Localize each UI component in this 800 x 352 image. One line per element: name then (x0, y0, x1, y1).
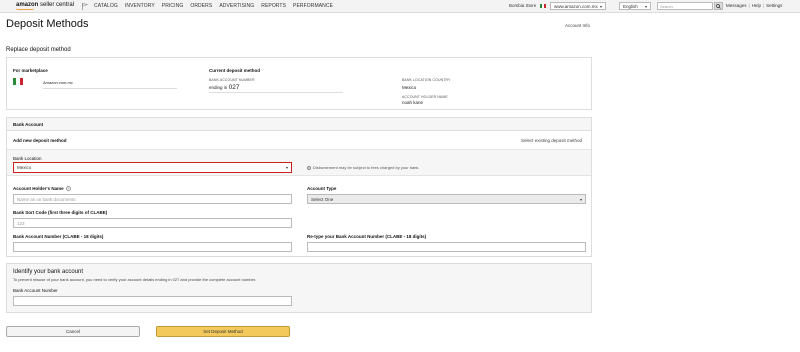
add-new-method-label: Add new deposit method (13, 138, 67, 143)
language-value: English (623, 3, 638, 9)
panel-header: Bank Account (7, 118, 591, 131)
identify-account-number-input[interactable] (13, 296, 292, 306)
account-type-select[interactable]: Select One ▾ (307, 194, 586, 204)
bank-location-strip: Bank Location Mexico ▾ i Disbursement ma… (7, 149, 591, 176)
marketplace-value: www.amazon.com.mx (554, 3, 598, 9)
holder-name-input[interactable]: Name as on bank documents (13, 194, 292, 204)
divider (43, 88, 177, 89)
identify-account-number-label: Bank Account Number (13, 288, 58, 293)
nav-catalog[interactable]: CATALOG (94, 3, 118, 9)
account-type-value: Select One (311, 196, 334, 202)
flag-icon[interactable] (82, 2, 89, 10)
bank-account-number-label: BANK ACCOUNT NUMBER (209, 78, 255, 82)
top-nav-bar: amazon seller central CATALOG INVENTORY … (0, 0, 800, 13)
bank-account-number-value: ending in 027 (209, 84, 240, 91)
set-deposit-method-button[interactable]: Set Deposit Method (156, 326, 290, 337)
bank-location-value: Mexico (17, 165, 32, 170)
current-method-panel: For marketplace Amazon.com.mx Current de… (6, 57, 592, 110)
bank-location-select[interactable]: Mexico ▾ (13, 162, 292, 173)
sort-code-input[interactable]: 123 (13, 218, 292, 228)
marketplace-domain: Amazon.com.mx (43, 80, 73, 85)
nav-reports[interactable]: REPORTS (261, 3, 286, 9)
chevron-down-icon: ▾ (599, 3, 602, 9)
store-switcher[interactable]: Bombia Store (509, 3, 547, 8)
settings-link[interactable]: Settings (766, 3, 782, 8)
holder-name-label-row: Account Holder's Name ? (13, 186, 71, 191)
help-link[interactable]: Help (752, 3, 761, 8)
nav-performance[interactable]: PERFORMANCE (293, 3, 333, 9)
divider (209, 92, 343, 93)
bank-location-country-label: BANK LOCATION COUNTRY (402, 78, 451, 82)
identify-heading: Identify your bank account (13, 269, 84, 275)
search-input[interactable]: Search (657, 2, 713, 10)
top-links: Messages | Help | Settings (726, 3, 782, 8)
account-info-link[interactable]: Account Info (565, 23, 590, 28)
help-icon[interactable]: ? (65, 186, 71, 191)
ending-in-text: ending in (209, 85, 228, 90)
divider: | (748, 3, 750, 8)
disbursement-note-text: Disbursement may be subject to fees char… (313, 165, 420, 170)
retype-account-number-input[interactable] (307, 242, 586, 252)
chevron-down-icon: ▾ (579, 196, 582, 202)
holder-name-label: Account Holder's Name (13, 186, 64, 191)
main-nav: CATALOG INVENTORY PRICING ORDERS ADVERTI… (94, 3, 333, 9)
account-type-label: Account Type (307, 186, 337, 191)
messages-link[interactable]: Messages (726, 3, 747, 8)
chevron-down-icon: ▾ (644, 3, 647, 9)
account-number-input[interactable] (13, 242, 292, 252)
mexico-flag-icon (13, 78, 23, 85)
identify-panel: Identify your bank account To prevent mi… (6, 263, 592, 313)
retype-account-number-label: Re-type your Bank Account Number (CLABE … (307, 234, 427, 239)
search-icon (716, 3, 721, 9)
account-last-digits: 027 (228, 84, 240, 91)
chevron-down-icon: ▾ (285, 165, 288, 170)
nav-pricing[interactable]: PRICING (162, 3, 184, 9)
select-existing-link[interactable]: Select existing deposit method (521, 138, 582, 143)
nav-orders[interactable]: ORDERS (190, 3, 212, 9)
account-number-label: Bank Account Number (CLABE - 18 digits) (13, 234, 104, 239)
bank-account-heading: Bank Account (13, 122, 44, 127)
identify-note: To prevent misuse of your bank account, … (13, 277, 257, 282)
nav-advertising[interactable]: ADVERTISING (219, 3, 254, 9)
store-name: Bombia Store (509, 3, 537, 8)
cancel-button[interactable]: Cancel (6, 326, 140, 337)
bank-location-country-value: Mexico (402, 85, 417, 90)
page-title: Deposit Methods (6, 18, 89, 30)
account-holder-value: noah kane (402, 100, 424, 105)
seller-central-logo[interactable]: amazon seller central (16, 2, 74, 10)
logo-rest: seller central (38, 2, 75, 8)
for-marketplace-label: For marketplace (13, 68, 48, 73)
disbursement-note: i Disbursement may be subject to fees ch… (307, 165, 420, 170)
bank-location-label: Bank Location (13, 156, 42, 161)
marketplace-select[interactable]: www.amazon.com.mx ▾ (550, 2, 606, 10)
language-select[interactable]: English ▾ (619, 2, 651, 10)
logo-smile-icon (16, 8, 34, 10)
info-icon: i (307, 165, 311, 170)
divider: | (762, 3, 765, 8)
search-button[interactable] (714, 2, 723, 10)
account-holder-label: ACCOUNT HOLDER NAME (402, 95, 448, 99)
sort-code-label: Bank Sort Code (first three digits of CL… (13, 210, 108, 215)
current-method-label: Current deposit method (209, 68, 261, 73)
mexico-flag-icon (540, 3, 547, 8)
nav-inventory[interactable]: INVENTORY (125, 3, 155, 9)
bank-account-panel: Bank Account Add new deposit method Sele… (6, 117, 592, 257)
section-heading: Replace deposit method (6, 47, 71, 53)
